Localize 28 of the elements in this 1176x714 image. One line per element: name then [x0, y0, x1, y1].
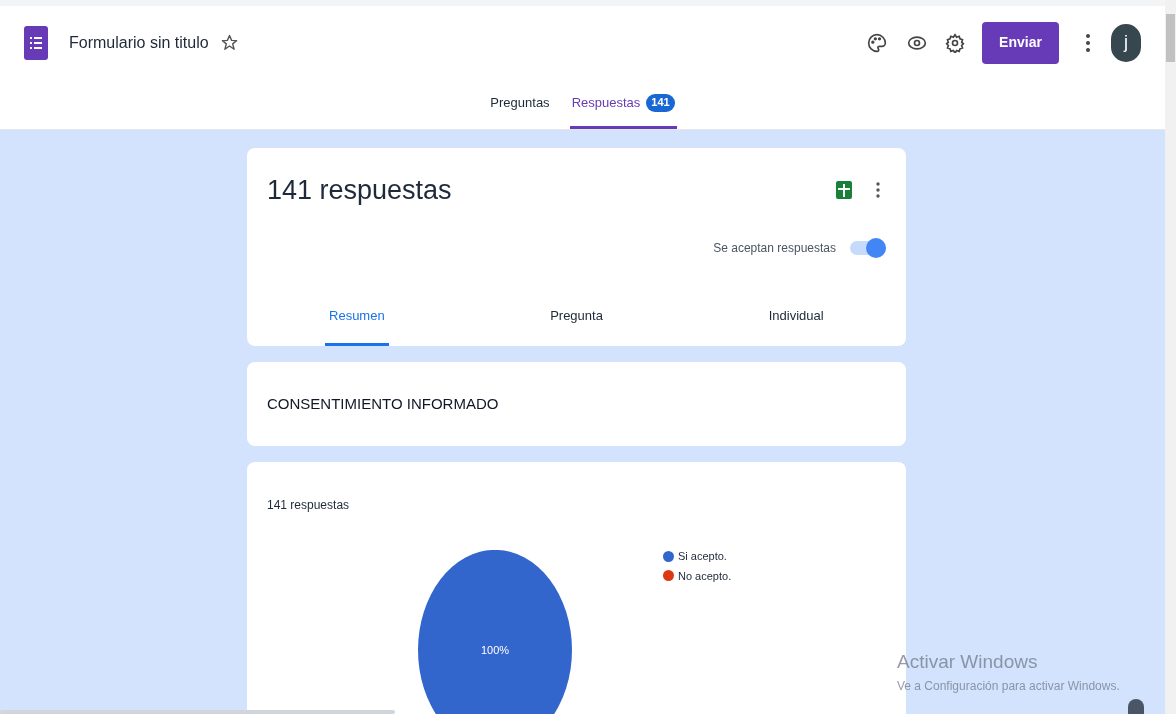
star-icon[interactable]: [220, 34, 238, 52]
legend-label: Si acepto.: [678, 549, 727, 564]
send-button[interactable]: Enviar: [982, 21, 1059, 64]
accepting-toggle[interactable]: [850, 236, 886, 259]
responses-heading: 141 respuestas: [267, 174, 452, 207]
slice-label: 100%: [480, 644, 510, 656]
forms-logo-icon[interactable]: [24, 25, 48, 60]
view-tab[interactable]: Individual: [764, 284, 828, 346]
more-options-icon[interactable]: [1085, 32, 1091, 53]
response-count: 141 respuestas: [267, 497, 351, 514]
scrollbar-thumb[interactable]: [1166, 14, 1175, 62]
horizontal-scrollbar[interactable]: [0, 710, 395, 714]
form-title[interactable]: Formulario sin titulo: [69, 30, 209, 55]
nav-tab[interactable]: Preguntas: [488, 79, 552, 129]
scrollbar-track[interactable]: [1165, 0, 1176, 714]
activation-notice-text: Ve a Configuración para activar Windows.: [897, 677, 1120, 695]
section-title: CONSENTIMIENTO INFORMADO: [267, 393, 499, 414]
palette-icon[interactable]: [867, 32, 887, 53]
view-tab[interactable]: Pregunta: [546, 284, 607, 346]
activation-notice-title: Activar Windows: [897, 650, 1039, 674]
view-tab[interactable]: Resumen: [325, 284, 389, 346]
legend-label: No acepto.: [678, 568, 732, 584]
spreadsheet-icon[interactable]: [836, 181, 852, 200]
count-badge: 141: [646, 93, 675, 112]
accepting-responses-label: Se aceptan respuestas: [713, 239, 836, 257]
user-avatar[interactable]: j: [1111, 23, 1141, 62]
settings-icon[interactable]: [945, 32, 965, 53]
more-options-icon[interactable]: [876, 182, 880, 199]
